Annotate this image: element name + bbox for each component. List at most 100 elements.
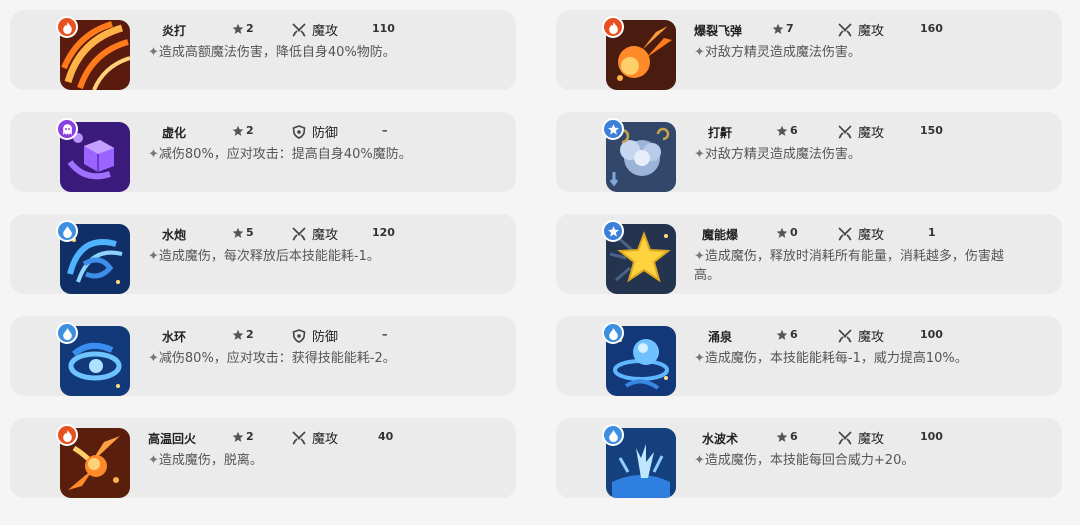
sparkle-icon: ✦ — [694, 351, 705, 366]
skill-stars: 6 — [776, 430, 798, 443]
shield-icon — [292, 328, 306, 343]
skill-name: 水环 — [162, 330, 187, 344]
star-count: 0 — [790, 226, 798, 239]
water-element-badge — [56, 322, 78, 344]
skill-card[interactable]: 涌泉 6 魔攻 100 ✦造成魔伤，本技能能耗每-1，威力提高10%。 — [556, 316, 1062, 396]
skill-card[interactable]: 水波术 6 魔攻 100 ✦造成魔伤，本技能每回合威力+20。 — [556, 418, 1062, 498]
star-icon — [232, 125, 244, 136]
star-icon — [232, 431, 244, 442]
skill-description-text: 造成魔伤，本技能每回合威力+20。 — [704, 453, 915, 468]
skill-description: ✦对敌方精灵造成魔法伤害。 — [694, 145, 1014, 164]
skill-type-label: 魔攻 — [312, 228, 339, 243]
skill-type-label: 魔攻 — [858, 126, 885, 141]
skill-description: ✦造成魔伤，本技能能耗每-1，威力提高10%。 — [694, 349, 1014, 368]
skill-name: 高温回火 — [148, 432, 197, 446]
skill-type-label: 魔攻 — [858, 432, 885, 447]
crossed-swords-icon — [838, 124, 852, 139]
skill-power: 160 — [920, 22, 943, 35]
skill-description-text: 对敌方精灵造成魔法伤害。 — [704, 147, 861, 162]
crossed-swords-icon — [292, 430, 306, 445]
skill-type-label: 魔攻 — [858, 228, 885, 243]
fire-element-badge — [602, 16, 624, 38]
skill-icon — [56, 16, 132, 92]
skill-power: 120 — [372, 226, 395, 239]
star-count: 6 — [790, 124, 798, 137]
skill-name: 涌泉 — [708, 330, 733, 344]
skill-name: 虚化 — [162, 126, 187, 140]
ghost-icon — [62, 123, 72, 135]
star-icon — [607, 225, 619, 237]
star-icon — [776, 431, 788, 442]
skill-card[interactable]: 水环 2 防御 – ✦减伤80%，应对攻击：获得技能能耗-2。 — [10, 316, 516, 396]
skill-description: ✦对敌方精灵造成魔法伤害。 — [694, 43, 1014, 62]
skill-stars: 6 — [776, 328, 798, 341]
star-icon — [776, 329, 788, 340]
shield-icon — [292, 124, 306, 139]
sparkle-icon: ✦ — [694, 147, 705, 162]
skill-description-text: 减伤80%，应对攻击：提高自身40%魔防。 — [158, 147, 412, 162]
crossed-swords-icon — [838, 328, 852, 343]
sparkle-icon: ✦ — [694, 453, 705, 468]
skill-list: 炎打 2 魔攻 110 ✦造成高额魔法伤害，降低自身40%物防。 爆裂飞弹 7 … — [0, 0, 1080, 525]
skill-type: 魔攻 — [838, 428, 884, 447]
skill-power: 1 — [928, 226, 936, 239]
skill-stars: 2 — [232, 124, 254, 137]
ghost-element-badge — [56, 118, 78, 140]
water-drop-icon — [608, 429, 618, 442]
water-drop-icon — [62, 327, 72, 340]
skill-card[interactable]: 魔能爆 0 魔攻 1 ✦造成魔伤，释放时消耗所有能量，消耗越多，伤害越高。 — [556, 214, 1062, 294]
star-count: 2 — [246, 328, 254, 341]
skill-description-text: 造成魔伤，脱离。 — [158, 453, 263, 468]
sparkle-icon: ✦ — [148, 249, 159, 264]
skill-card[interactable]: 打鼾 6 魔攻 150 ✦对敌方精灵造成魔法伤害。 — [556, 112, 1062, 192]
skill-type: 魔攻 — [838, 20, 884, 39]
skill-description: ✦造成魔伤，脱离。 — [148, 451, 468, 470]
crossed-swords-icon — [838, 430, 852, 445]
sparkle-icon: ✦ — [694, 45, 705, 60]
skill-description: ✦造成魔伤，释放时消耗所有能量，消耗越多，伤害越高。 — [694, 247, 1014, 285]
skill-type-label: 魔攻 — [312, 432, 339, 447]
skill-description-text: 造成魔伤，本技能能耗每-1，威力提高10%。 — [704, 351, 968, 366]
skill-card[interactable]: 高温回火 2 魔攻 40 ✦造成魔伤，脱离。 — [10, 418, 516, 498]
skill-type: 魔攻 — [838, 122, 884, 141]
skill-icon — [56, 322, 132, 398]
normal-element-badge — [602, 118, 624, 140]
skill-name: 打鼾 — [708, 126, 733, 140]
skill-power: 100 — [920, 328, 943, 341]
skill-type-label: 魔攻 — [312, 24, 339, 39]
sparkle-icon: ✦ — [148, 45, 159, 60]
star-icon — [776, 125, 788, 136]
sparkle-icon: ✦ — [148, 351, 159, 366]
normal-element-badge — [602, 220, 624, 242]
skill-card[interactable]: 爆裂飞弹 7 魔攻 160 ✦对敌方精灵造成魔法伤害。 — [556, 10, 1062, 90]
skill-power: – — [382, 124, 388, 137]
flame-icon — [608, 21, 618, 34]
fire-element-badge — [56, 424, 78, 446]
skill-type-label: 魔攻 — [858, 24, 885, 39]
skill-card[interactable]: 炎打 2 魔攻 110 ✦造成高额魔法伤害，降低自身40%物防。 — [10, 10, 516, 90]
skill-icon — [602, 16, 678, 92]
skill-stars: 2 — [232, 22, 254, 35]
star-count: 7 — [786, 22, 794, 35]
skill-name: 水波术 — [702, 432, 739, 446]
water-element-badge — [56, 220, 78, 242]
skill-description: ✦造成魔伤，本技能每回合威力+20。 — [694, 451, 1014, 470]
skill-card[interactable]: 水炮 5 魔攻 120 ✦造成魔伤，每次释放后本技能能耗-1。 — [10, 214, 516, 294]
skill-type: 魔攻 — [838, 326, 884, 345]
skill-icon — [602, 424, 678, 500]
sparkle-icon: ✦ — [148, 453, 159, 468]
skill-description: ✦减伤80%，应对攻击：提高自身40%魔防。 — [148, 145, 468, 164]
star-count: 6 — [790, 430, 798, 443]
skill-stars: 7 — [772, 22, 794, 35]
skill-type: 防御 — [292, 326, 338, 345]
skill-card[interactable]: 虚化 2 防御 – ✦减伤80%，应对攻击：提高自身40%魔防。 — [10, 112, 516, 192]
flame-icon — [62, 21, 72, 34]
water-element-badge — [602, 322, 624, 344]
star-count: 2 — [246, 430, 254, 443]
skill-name: 炎打 — [162, 24, 187, 38]
crossed-swords-icon — [838, 22, 852, 37]
skill-type-label: 防御 — [312, 126, 339, 141]
star-count: 6 — [790, 328, 798, 341]
skill-description-text: 造成高额魔法伤害，降低自身40%物防。 — [158, 45, 396, 60]
skill-icon — [56, 118, 132, 194]
